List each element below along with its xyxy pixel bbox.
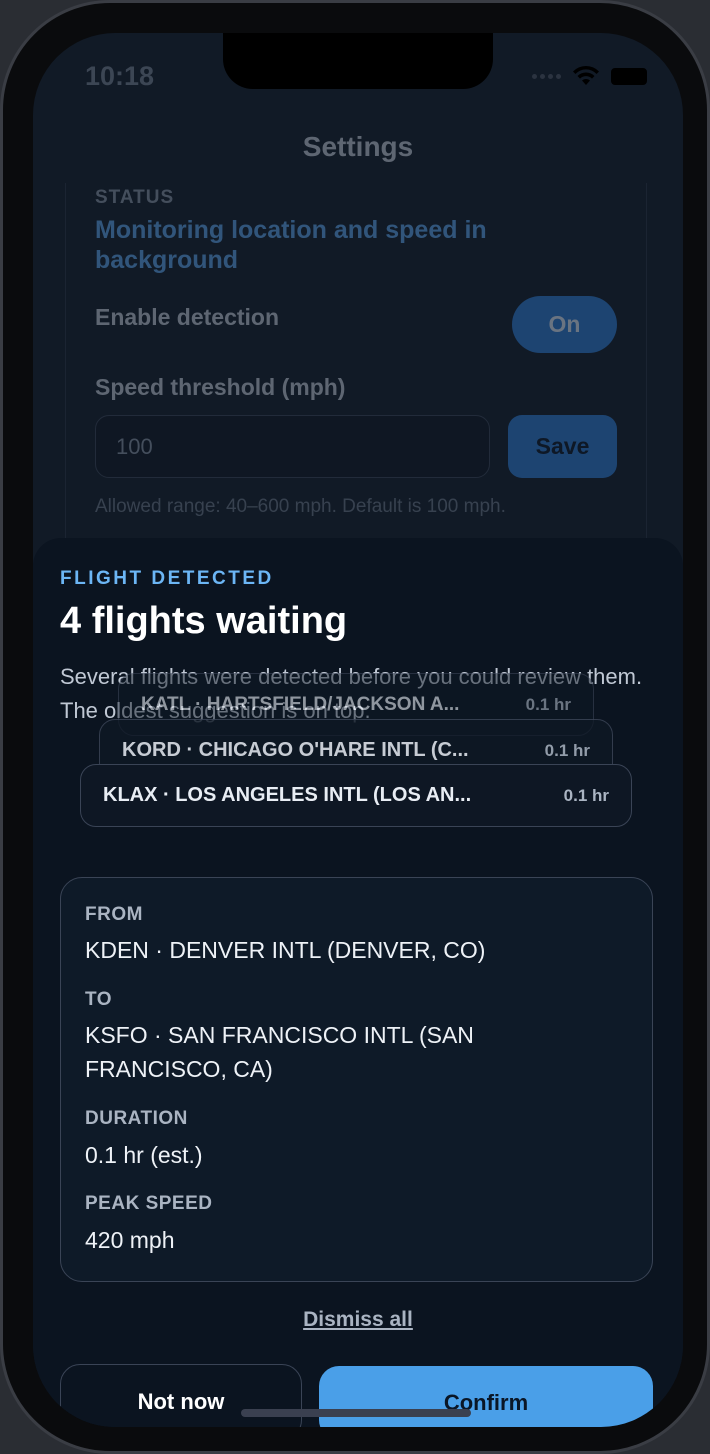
notch xyxy=(223,33,493,89)
to-value: KSFO · SAN FRANCISCO INTL (SAN FRANCISCO… xyxy=(85,1022,474,1082)
dismiss-all-link[interactable]: Dismiss all xyxy=(33,1308,683,1332)
signal-icon xyxy=(532,73,561,79)
stacked-flight-card[interactable]: KLAX · LOS ANGELES INTL (LOS AN... 0.1 h… xyxy=(80,764,632,827)
sheet-eyebrow: FLIGHT DETECTED xyxy=(60,568,274,589)
flight-route: KORD · CHICAGO O'HARE INTL (C... xyxy=(122,739,469,761)
duration-value: 0.1 hr (est.) xyxy=(85,1142,203,1168)
wifi-icon xyxy=(573,65,599,85)
to-label: TO xyxy=(85,989,113,1010)
enable-detection-toggle[interactable]: On xyxy=(512,296,617,353)
home-indicator[interactable] xyxy=(241,1409,471,1417)
status-value: Monitoring location and speed in backgro… xyxy=(95,216,487,274)
status-icons xyxy=(532,65,647,87)
speed-threshold-input[interactable]: 100 xyxy=(95,415,490,478)
status-label: STATUS xyxy=(95,187,175,208)
not-now-button[interactable]: Not now xyxy=(60,1364,302,1427)
enable-detection-label: Enable detection xyxy=(95,304,280,330)
flight-duration: 0.1 hr xyxy=(563,785,609,805)
flight-detected-sheet: FLIGHT DETECTED 4 flights waiting Severa… xyxy=(33,538,683,1427)
duration-label: DURATION xyxy=(85,1108,188,1129)
speed-threshold-label: Speed threshold (mph) xyxy=(95,374,346,400)
from-value: KDEN · DENVER INTL (DENVER, CO) xyxy=(85,937,486,963)
phone-frame: Settings STATUS Monitoring location and … xyxy=(0,0,710,1454)
save-button[interactable]: Save xyxy=(508,415,617,478)
status-time: 10:18 xyxy=(85,61,155,91)
flight-duration: 0.1 hr xyxy=(525,694,571,714)
threshold-helper-text: Allowed range: 40–600 mph. Default is 10… xyxy=(95,496,506,517)
peak-speed-label: PEAK SPEED xyxy=(85,1193,213,1214)
page-title: Settings xyxy=(302,131,414,162)
sheet-title: 4 flights waiting xyxy=(60,600,348,642)
battery-icon xyxy=(611,67,647,85)
flight-duration: 0.1 hr xyxy=(544,740,590,760)
flight-route: KLAX · LOS ANGELES INTL (LOS AN... xyxy=(103,784,472,806)
confirm-button[interactable]: Confirm xyxy=(319,1366,653,1427)
flight-detail-card: FROM KDEN · DENVER INTL (DENVER, CO) TO … xyxy=(60,877,653,1282)
from-label: FROM xyxy=(85,904,143,925)
screen: Settings STATUS Monitoring location and … xyxy=(33,33,683,1427)
peak-speed-value: 420 mph xyxy=(85,1227,175,1253)
status-bar: 10:18 xyxy=(33,33,683,123)
flight-route: KATL · HARTSFIELD/JACKSON A... xyxy=(141,693,460,715)
